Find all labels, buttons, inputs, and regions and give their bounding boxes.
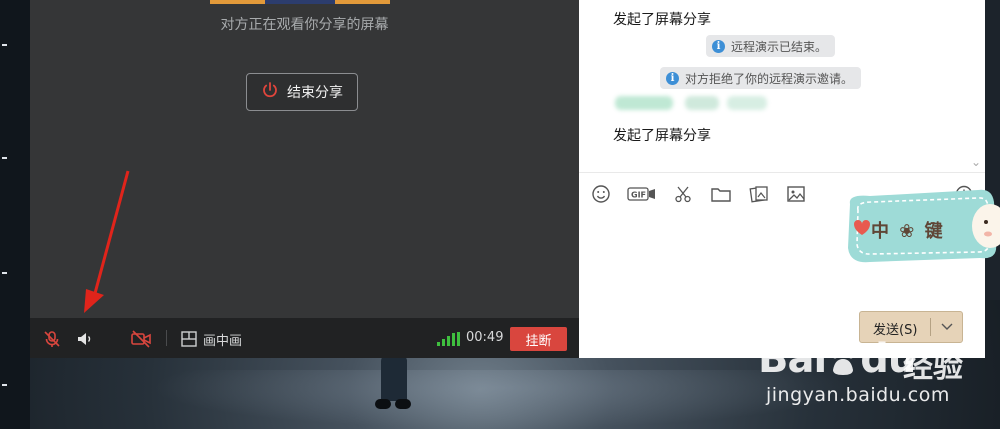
decorative-sticker: 中 ❀ 键 <box>840 182 1000 272</box>
shared-screen-thumbnail <box>210 0 390 4</box>
desktop-left-strip <box>0 0 30 429</box>
system-notice: i 远程演示已结束。 <box>706 35 836 57</box>
camera-off-icon[interactable] <box>130 328 152 350</box>
chat-message: 发起了屏幕分享 <box>613 128 711 144</box>
signal-strength-icon <box>437 332 461 346</box>
end-share-button[interactable]: 结束分享 <box>246 73 358 111</box>
toolbar-separator <box>166 330 167 346</box>
call-toolbar: 画中画 00:49 挂断 <box>30 318 579 358</box>
picture-in-picture-button[interactable]: 画中画 <box>203 330 242 349</box>
background-person-figure <box>375 355 415 413</box>
gif-icon[interactable]: GIF <box>627 183 657 205</box>
image-gallery-icon[interactable] <box>748 183 770 205</box>
share-status-text: 对方正在观看你分享的屏幕 <box>220 17 389 33</box>
baidu-jingyan-watermark: Bai du 经验 jingyan.baidu.com <box>758 336 998 426</box>
picture-in-picture-icon[interactable] <box>178 328 200 350</box>
collapse-chevron-icon[interactable]: ⌄ <box>971 155 981 169</box>
image-icon[interactable] <box>785 183 807 205</box>
watermark-brand: Bai du <box>758 336 916 382</box>
mic-muted-icon[interactable] <box>41 328 63 350</box>
system-notice-text: 对方拒绝了你的远程演示邀请。 <box>685 71 854 86</box>
svg-text:GIF: GIF <box>631 191 646 200</box>
desktop-icon-marker[interactable] <box>2 157 7 159</box>
chat-history[interactable]: 发起了屏幕分享 i 远程演示已结束。 i 对方拒绝了你的远程演示邀请。 发起了屏… <box>579 0 985 172</box>
folder-icon[interactable] <box>710 183 732 205</box>
end-share-label: 结束分享 <box>287 85 343 101</box>
system-notice: i 对方拒绝了你的远程演示邀请。 <box>660 67 862 89</box>
power-icon <box>261 81 279 103</box>
system-notice-text: 远程演示已结束。 <box>731 39 828 54</box>
desktop-icon-marker[interactable] <box>2 44 7 46</box>
scissors-icon[interactable] <box>672 183 694 205</box>
desktop-icon-marker[interactable] <box>2 272 7 274</box>
info-icon: i <box>712 39 725 53</box>
chevron-down-icon[interactable] <box>936 318 958 336</box>
call-timer: 00:49 <box>466 330 504 345</box>
stage-light <box>150 370 850 429</box>
info-icon: i <box>666 71 679 85</box>
desktop-icon-marker[interactable] <box>2 384 7 386</box>
watermark-cn: 经验 <box>903 350 963 385</box>
emoji-icon[interactable] <box>590 183 612 205</box>
watermark-url: jingyan.baidu.com <box>766 384 950 406</box>
blurred-sender-info <box>597 96 767 110</box>
hangup-button[interactable]: 挂断 <box>510 327 567 351</box>
chat-panel: 发起了屏幕分享 i 远程演示已结束。 i 对方拒绝了你的远程演示邀请。 发起了屏… <box>579 0 985 358</box>
send-divider <box>930 318 931 336</box>
speaker-icon[interactable] <box>74 328 96 350</box>
red-arrow-annotation <box>84 170 130 313</box>
chat-message: 发起了屏幕分享 <box>613 12 711 28</box>
sticker-text: 中 ❀ 键 <box>871 221 945 242</box>
